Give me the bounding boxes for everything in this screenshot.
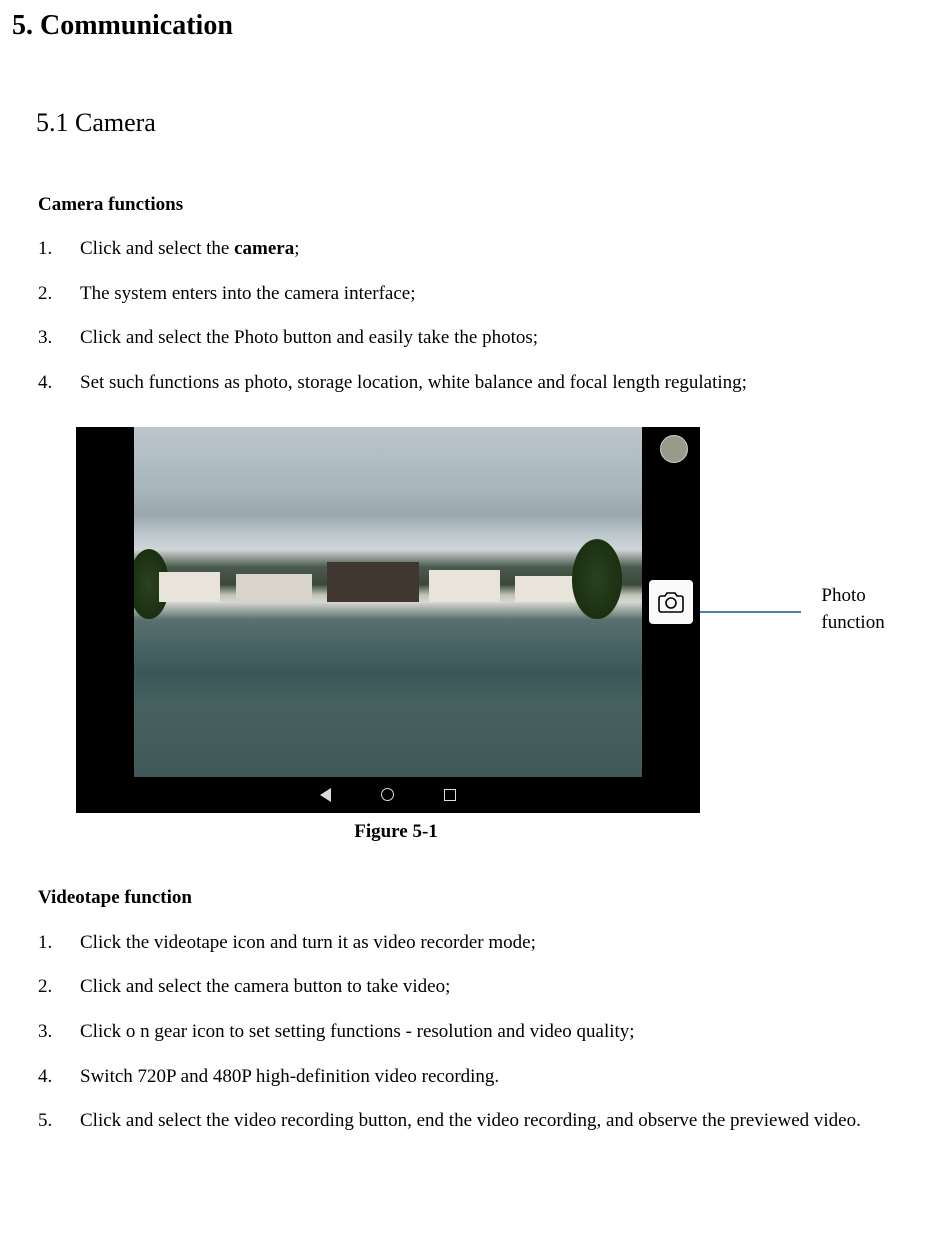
camera-functions-block: Camera functions 1. Click and select the… — [38, 192, 921, 397]
camera-viewfinder — [76, 427, 700, 777]
list-item: 1. Click the videotape icon and turn it … — [38, 930, 921, 957]
item-number: 4. — [38, 1064, 80, 1091]
camera-functions-heading: Camera functions — [38, 192, 921, 219]
item-number: 2. — [38, 974, 80, 1001]
item-text: Switch 720P and 480P high-definition vid… — [80, 1064, 921, 1091]
item-text: The system enters into the camera interf… — [80, 281, 921, 308]
callout-connector — [694, 611, 801, 613]
shutter-button[interactable] — [649, 580, 693, 624]
section-title-text: Communication — [40, 10, 233, 41]
camera-icon — [658, 591, 684, 613]
list-item: 5. Click and select the video recording … — [38, 1108, 921, 1135]
camera-app-screenshot — [76, 427, 700, 813]
list-item: 2. Click and select the camera button to… — [38, 974, 921, 1001]
item-text: Click and select the camera; — [80, 236, 921, 263]
figure-5-1: Photo function Figure 5-1 — [20, 427, 931, 846]
camera-preview-image — [134, 427, 642, 777]
item-text: Set such functions as photo, storage loc… — [80, 370, 921, 397]
section-heading: 5. Communication — [12, 6, 931, 45]
figure-caption: Figure 5-1 — [76, 819, 716, 846]
item-text: Click the videotape icon and turn it as … — [80, 930, 921, 957]
item-text: Click and select the video recording but… — [80, 1108, 921, 1135]
list-item: 4. Switch 720P and 480P high-definition … — [38, 1064, 921, 1091]
item-text: Click o n gear icon to set setting funct… — [80, 1019, 921, 1046]
camera-left-bar — [76, 427, 134, 777]
list-item: 3. Click o n gear icon to set setting fu… — [38, 1019, 921, 1046]
item-text: Click and select the Photo button and ea… — [80, 325, 921, 352]
section-number: 5. — [12, 10, 33, 41]
recents-icon[interactable] — [444, 789, 456, 801]
back-icon[interactable] — [320, 788, 331, 802]
subsection-heading: 5.1 Camera — [36, 105, 931, 141]
item-number: 3. — [38, 1019, 80, 1046]
list-item: 2. The system enters into the camera int… — [38, 281, 921, 308]
item-number: 4. — [38, 370, 80, 397]
videotape-heading: Videotape function — [38, 885, 921, 912]
subsection-title-text: Camera — [75, 108, 156, 137]
item-number: 1. — [38, 930, 80, 957]
camera-functions-list: 1. Click and select the camera; 2. The s… — [38, 236, 921, 396]
callout-label: Photo function — [821, 583, 931, 636]
subsection-number: 5.1 — [36, 108, 69, 137]
camera-right-bar — [642, 427, 700, 777]
item-number: 5. — [38, 1108, 80, 1135]
list-item: 1. Click and select the camera; — [38, 236, 921, 263]
list-item: 3. Click and select the Photo button and… — [38, 325, 921, 352]
android-nav-bar — [76, 777, 700, 813]
gallery-thumbnail-button[interactable] — [660, 435, 688, 463]
item-number: 2. — [38, 281, 80, 308]
list-item: 4. Set such functions as photo, storage … — [38, 370, 921, 397]
item-number: 3. — [38, 325, 80, 352]
videotape-function-block: Videotape function 1. Click the videotap… — [38, 885, 921, 1135]
home-icon[interactable] — [381, 788, 394, 801]
videotape-list: 1. Click the videotape icon and turn it … — [38, 930, 921, 1135]
item-number: 1. — [38, 236, 80, 263]
item-text: Click and select the camera button to ta… — [80, 974, 921, 1001]
